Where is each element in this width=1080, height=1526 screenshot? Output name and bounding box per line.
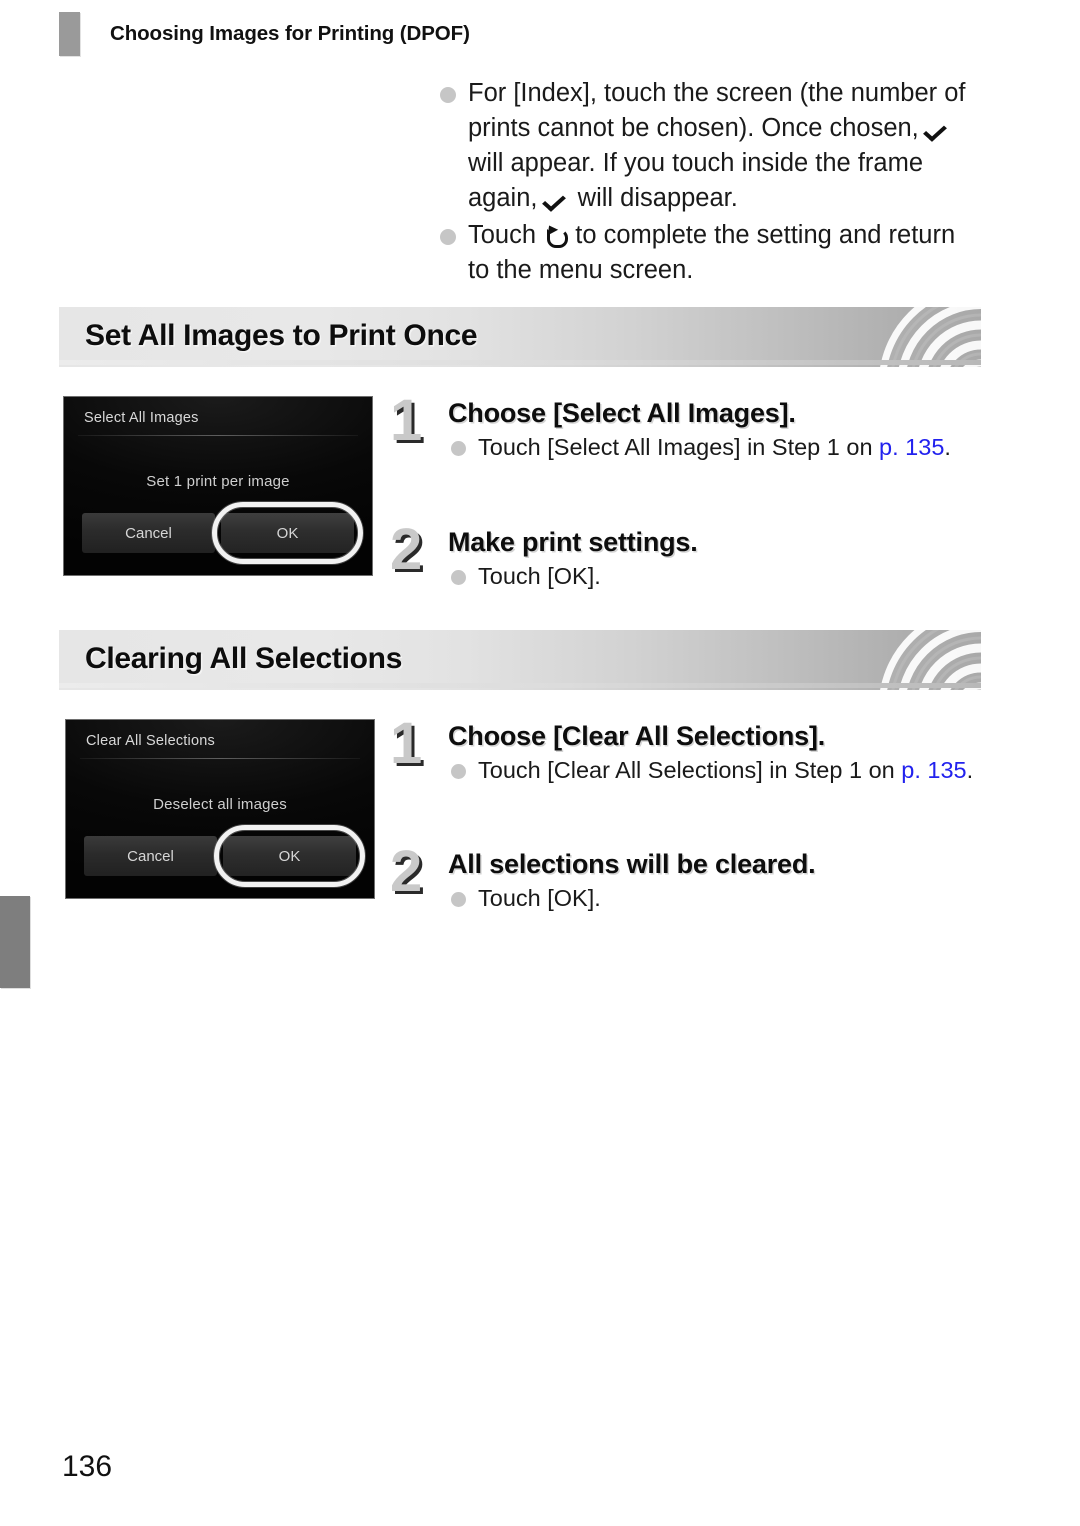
step-body: Touch [Clear All Selections] in Step 1 o… bbox=[448, 754, 990, 787]
bullet-dot-icon bbox=[451, 892, 466, 907]
screen-button-row: Cancel OK bbox=[82, 502, 363, 564]
list-item: Touch [Select All Images] in Step 1 on p… bbox=[448, 431, 990, 464]
section-header-band: Set All Images to Print Once bbox=[59, 307, 981, 367]
step-2-all-selections-cleared: 2 All selections will be cleared. Touch … bbox=[390, 843, 990, 915]
step-body: Touch [OK]. bbox=[448, 882, 990, 915]
screen-title: Clear All Selections bbox=[86, 733, 215, 749]
return-arrow-icon bbox=[543, 225, 568, 247]
bullet-text-part: will disappear. bbox=[577, 184, 738, 212]
cancel-button[interactable]: Cancel bbox=[84, 836, 217, 876]
bullet-text-part: to complete the setting and return to th… bbox=[468, 221, 956, 284]
screen-divider bbox=[80, 758, 360, 759]
bullet-text-part: For [Index], touch the screen (the numbe… bbox=[468, 79, 966, 142]
bullet-dot-icon bbox=[440, 229, 456, 245]
ok-button-label: OK bbox=[278, 847, 301, 865]
bullet-dot-icon bbox=[451, 764, 466, 779]
checkmark-icon bbox=[926, 119, 952, 139]
screen-body-text: Deselect all images bbox=[153, 796, 287, 813]
bullet-text-part: Touch [OK]. bbox=[478, 563, 601, 589]
screen-divider bbox=[78, 435, 358, 436]
bullet-text-part: Touch bbox=[468, 221, 537, 249]
step-heading: Choose [Clear All Selections]. bbox=[448, 721, 826, 751]
intro-bullet-list: For [Index], touch the screen (the numbe… bbox=[438, 76, 983, 288]
section-band-underline bbox=[59, 360, 981, 365]
bullet-text-part: Touch [Select All Images] in Step 1 on bbox=[478, 434, 873, 460]
step-body: Touch [Select All Images] in Step 1 on p… bbox=[448, 431, 990, 464]
decorative-arcs-icon bbox=[880, 630, 981, 690]
step-2-make-print-settings: 2 Make print settings. Touch [OK]. bbox=[390, 521, 990, 593]
step-heading: Make print settings. bbox=[448, 527, 698, 557]
step-number: 1 bbox=[390, 388, 423, 453]
page-reference-link[interactable]: p. 135 bbox=[901, 757, 966, 783]
step-body: Touch [OK]. bbox=[448, 560, 990, 593]
list-item: Touch [Clear All Selections] in Step 1 o… bbox=[448, 754, 990, 787]
screen-button-row: Cancel OK bbox=[84, 825, 365, 887]
screen-title: Select All Images bbox=[84, 410, 199, 426]
page-header: Choosing Images for Printing (DPOF) bbox=[0, 0, 1080, 62]
section-header-band: Clearing All Selections bbox=[59, 630, 981, 690]
cancel-button[interactable]: Cancel bbox=[82, 513, 215, 553]
page-reference-link[interactable]: p. 135 bbox=[879, 434, 944, 460]
step-1-clear-all-selections: 1 Choose [Clear All Selections]. Touch [… bbox=[390, 715, 990, 787]
bullet-dot-icon bbox=[451, 441, 466, 456]
list-item: Touch [OK]. bbox=[448, 882, 990, 915]
bullet-dot-icon bbox=[451, 570, 466, 585]
screen-body-text: Set 1 print per image bbox=[146, 473, 290, 490]
bullet-dot-icon bbox=[440, 87, 456, 103]
ok-button[interactable]: OK bbox=[214, 825, 365, 887]
page-number: 136 bbox=[62, 1450, 113, 1483]
step-number: 2 bbox=[390, 517, 423, 582]
ok-button-label: OK bbox=[276, 524, 299, 542]
page-title: Choosing Images for Printing (DPOF) bbox=[110, 22, 470, 45]
step-1-select-all-images: 1 Choose [Select All Images]. Touch [Sel… bbox=[390, 392, 990, 464]
camera-screen-select-all-images: Select All Images Set 1 print per image … bbox=[63, 396, 373, 576]
checkmark-icon bbox=[545, 189, 571, 209]
list-item: Touch [OK]. bbox=[448, 560, 990, 593]
step-number: 1 bbox=[390, 711, 423, 776]
bullet-text-part: Touch [Clear All Selections] in Step 1 o… bbox=[478, 757, 895, 783]
section-band-underline bbox=[59, 683, 981, 688]
camera-screen-clear-all-selections: Clear All Selections Deselect all images… bbox=[65, 719, 375, 899]
list-item: Touch to complete the setting and return… bbox=[438, 218, 983, 288]
bullet-text-part: Touch [OK]. bbox=[478, 885, 601, 911]
step-number: 2 bbox=[390, 839, 423, 904]
chapter-tab-marker-icon bbox=[59, 12, 80, 56]
section-title: Clearing All Selections bbox=[85, 642, 403, 675]
step-heading: All selections will be cleared. bbox=[448, 849, 816, 879]
ok-button[interactable]: OK bbox=[212, 502, 363, 564]
list-item: For [Index], touch the screen (the numbe… bbox=[438, 76, 983, 216]
section-title: Set All Images to Print Once bbox=[85, 319, 478, 352]
bullet-text-part: . bbox=[966, 757, 974, 783]
chapter-edge-tab bbox=[0, 896, 30, 988]
bullet-text-part: . bbox=[944, 434, 951, 460]
decorative-arcs-icon bbox=[880, 307, 981, 367]
step-heading: Choose [Select All Images]. bbox=[448, 398, 796, 428]
